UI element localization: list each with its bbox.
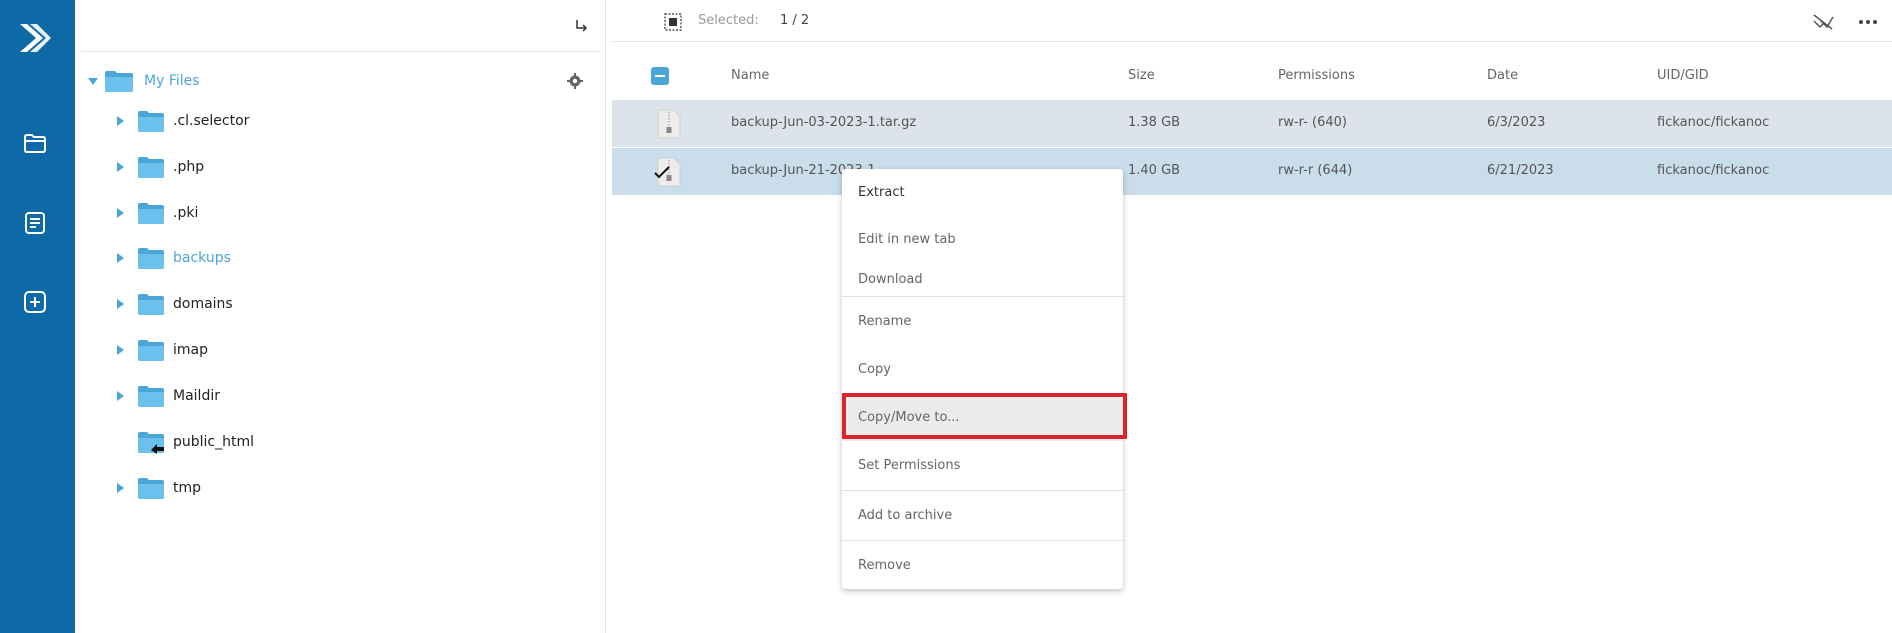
menu-item-edit-new-tab[interactable]: Edit in new tab bbox=[842, 215, 1123, 263]
tree-item-label: .php bbox=[173, 159, 205, 175]
file-date: 6/3/2023 bbox=[1487, 115, 1546, 130]
menu-item-extract[interactable]: Extract bbox=[842, 169, 1123, 215]
caret-right-icon[interactable] bbox=[115, 253, 125, 263]
table-row[interactable]: backup-Jun-21-2023-1... 1.40 GB rw-r-r (… bbox=[612, 148, 1892, 195]
menu-item-set-permissions[interactable]: Set Permissions bbox=[842, 441, 1123, 489]
caret-right-icon[interactable] bbox=[115, 345, 125, 355]
app-rail bbox=[0, 0, 75, 633]
column-permissions[interactable]: Permissions bbox=[1278, 68, 1355, 83]
tree-item[interactable]: .php bbox=[115, 152, 565, 182]
caret-right-icon[interactable] bbox=[115, 162, 125, 172]
tree-header bbox=[81, 0, 599, 52]
file-size: 1.40 GB bbox=[1128, 163, 1181, 178]
document-nav-icon[interactable] bbox=[22, 210, 48, 236]
column-name[interactable]: Name bbox=[731, 68, 769, 83]
tree-item-label: public_html bbox=[173, 434, 255, 450]
app-logo-icon[interactable] bbox=[18, 18, 52, 58]
file-toolbar: Selected: 1 / 2 bbox=[612, 0, 1892, 42]
tree-item[interactable]: .cl.selector bbox=[115, 106, 565, 136]
folder-icon bbox=[138, 203, 164, 224]
selected-count: 1 / 2 bbox=[780, 13, 810, 28]
menu-item-remove[interactable]: Remove bbox=[842, 541, 1123, 589]
tree-item[interactable]: Maildir bbox=[115, 381, 565, 411]
select-all-icon[interactable] bbox=[664, 13, 682, 31]
file-permissions: rw-r-r (644) bbox=[1278, 163, 1353, 178]
add-nav-icon[interactable] bbox=[22, 289, 48, 315]
table-header: Name Size Permissions Date UID/GID bbox=[612, 52, 1892, 100]
caret-right-icon[interactable] bbox=[115, 299, 125, 309]
selected-label: Selected: bbox=[698, 13, 759, 28]
context-menu: Extract Edit in new tab Download Rename … bbox=[842, 169, 1123, 589]
folder-icon bbox=[138, 478, 164, 499]
menu-item-rename[interactable]: Rename bbox=[842, 297, 1123, 345]
file-name[interactable]: backup-Jun-03-2023-1.tar.gz bbox=[731, 115, 916, 130]
tree-item[interactable]: tmp bbox=[115, 473, 565, 503]
more-options-icon[interactable] bbox=[1858, 14, 1878, 30]
folder-icon bbox=[138, 111, 164, 132]
tree-root-label: My Files bbox=[144, 73, 200, 89]
file-size: 1.38 GB bbox=[1128, 115, 1181, 130]
tree-item-label: tmp bbox=[173, 480, 202, 496]
tree-item[interactable]: imap bbox=[115, 335, 565, 365]
menu-item-add-archive[interactable]: Add to archive bbox=[842, 491, 1123, 539]
tree-root-my-files[interactable]: My Files bbox=[87, 66, 597, 96]
tree-item[interactable]: .pki bbox=[115, 198, 565, 228]
caret-right-icon[interactable] bbox=[115, 116, 125, 126]
folder-icon bbox=[138, 340, 164, 361]
menu-item-download[interactable]: Download bbox=[842, 263, 1123, 295]
collapse-arrow-icon[interactable] bbox=[573, 18, 589, 34]
column-size[interactable]: Size bbox=[1128, 68, 1155, 83]
filter-off-icon[interactable] bbox=[1812, 13, 1834, 31]
tree-item[interactable]: public_html bbox=[115, 427, 565, 457]
table-row[interactable]: backup-Jun-03-2023-1.tar.gz 1.38 GB rw-r… bbox=[612, 100, 1892, 147]
tree-item-label: imap bbox=[173, 342, 208, 358]
caret-right-icon[interactable] bbox=[115, 483, 125, 493]
gear-icon[interactable] bbox=[567, 73, 583, 89]
folder-icon bbox=[138, 386, 164, 407]
column-date[interactable]: Date bbox=[1487, 68, 1518, 83]
folder-tree-pane: My Files .cl.selector .php .pki backups doma… bbox=[75, 0, 606, 633]
files-nav-icon[interactable] bbox=[22, 130, 48, 156]
tree-item[interactable]: backups bbox=[115, 243, 565, 273]
caret-down-icon[interactable] bbox=[87, 75, 99, 87]
menu-item-copy-move[interactable]: Copy/Move to... bbox=[842, 393, 1123, 441]
file-permissions: rw-r- (640) bbox=[1278, 115, 1347, 130]
menu-item-copy[interactable]: Copy bbox=[842, 345, 1123, 393]
caret-right-icon[interactable] bbox=[115, 208, 125, 218]
file-uid: fickanoc/fickanoc bbox=[1657, 163, 1770, 178]
archive-file-icon bbox=[657, 109, 681, 139]
tree-item-label: backups bbox=[173, 250, 231, 266]
tree-item-label: domains bbox=[173, 296, 233, 312]
shared-folder-icon bbox=[138, 432, 164, 454]
tree-item-label: .pki bbox=[173, 205, 199, 221]
folder-icon bbox=[138, 294, 164, 315]
file-date: 6/21/2023 bbox=[1487, 163, 1554, 178]
folder-icon bbox=[138, 248, 164, 269]
column-uid[interactable]: UID/GID bbox=[1657, 68, 1709, 83]
file-uid: fickanoc/fickanoc bbox=[1657, 115, 1770, 130]
caret-right-icon[interactable] bbox=[115, 391, 125, 401]
folder-icon bbox=[138, 157, 164, 178]
tree-item-label: .cl.selector bbox=[173, 113, 250, 129]
folder-icon bbox=[105, 71, 133, 92]
tree-item[interactable]: domains bbox=[115, 289, 565, 319]
tree-item-label: Maildir bbox=[173, 388, 220, 404]
select-all-checkbox[interactable] bbox=[651, 67, 669, 85]
checkmark-icon bbox=[654, 166, 670, 179]
file-list-pane: Selected: 1 / 2 Name Size Permissions Da… bbox=[606, 0, 1892, 633]
